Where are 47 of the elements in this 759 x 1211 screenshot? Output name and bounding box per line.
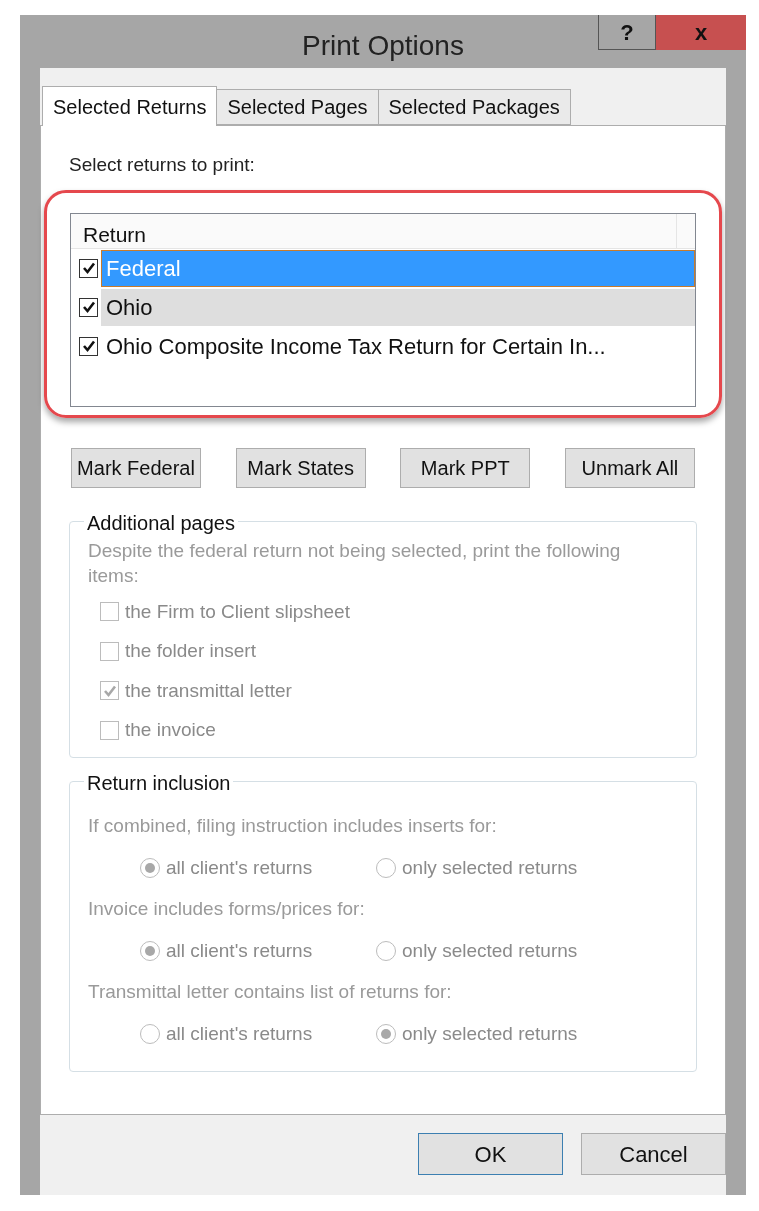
- list-row[interactable]: Ohio: [101, 288, 695, 326]
- prompt-label: Select returns to print:: [69, 153, 256, 177]
- description-text: Despite the federal return not being selected, print the following items:: [88, 538, 622, 588]
- checkbox-label: the transmittal letter: [125, 678, 292, 703]
- question-label: Transmittal letter contains list of returns for:: [88, 979, 453, 1004]
- checkbox[interactable]: [79, 336, 98, 356]
- checkbox[interactable]: [79, 258, 98, 278]
- radio-label: all client's returns: [166, 939, 313, 963]
- tab[interactable]: Selected Pages: [216, 89, 379, 125]
- radio-label: all client's returns: [166, 856, 313, 880]
- checkbox[interactable]: [79, 297, 98, 317]
- checkbox[interactable]: [100, 681, 119, 701]
- radio-label: only selected returns: [402, 1022, 578, 1046]
- mark-button[interactable]: Mark Federal: [71, 447, 201, 488]
- radio-button[interactable]: [140, 858, 160, 879]
- dialog-button[interactable]: Cancel: [581, 1133, 726, 1175]
- column-header: Return: [71, 213, 677, 248]
- dialog-button[interactable]: OK: [418, 1133, 563, 1175]
- checkbox[interactable]: [100, 720, 119, 740]
- mark-button[interactable]: Mark States: [235, 447, 366, 488]
- checkbox-label: the folder insert: [125, 639, 256, 663]
- radio-label: all client's returns: [166, 1022, 313, 1046]
- close-button[interactable]: x: [656, 15, 746, 50]
- tab[interactable]: Selected Packages: [377, 89, 571, 125]
- radio-button[interactable]: [140, 941, 160, 962]
- checkmark-icon: [81, 339, 96, 353]
- checkmark-icon: [81, 261, 96, 275]
- checkbox-label: the invoice: [125, 718, 216, 742]
- checkbox-label: the Firm to Client slipsheet: [125, 599, 350, 624]
- question-label: If combined, filing instruction includes inserts for:: [88, 813, 498, 838]
- mark-button[interactable]: Mark PPT: [400, 447, 531, 488]
- window-title: Print Options: [302, 29, 464, 63]
- checkmark-icon: [81, 300, 96, 314]
- mark-button[interactable]: Unmark All: [564, 447, 695, 488]
- checkmark-icon: [102, 683, 117, 698]
- tab[interactable]: Selected Returns: [42, 86, 218, 126]
- radio-label: only selected returns: [402, 939, 578, 963]
- checkbox[interactable]: [100, 641, 119, 661]
- radio-button[interactable]: [376, 941, 396, 962]
- radio-button[interactable]: [376, 1024, 396, 1045]
- checkbox[interactable]: [100, 602, 119, 622]
- radio-button[interactable]: [140, 1024, 160, 1045]
- question-label: Invoice includes forms/prices for:: [88, 896, 366, 921]
- radio-label: only selected returns: [402, 856, 578, 880]
- radio-button[interactable]: [376, 858, 396, 879]
- help-button[interactable]: ?: [598, 15, 656, 50]
- list-row[interactable]: Ohio Composite Income Tax Return for Certain In...: [101, 327, 695, 365]
